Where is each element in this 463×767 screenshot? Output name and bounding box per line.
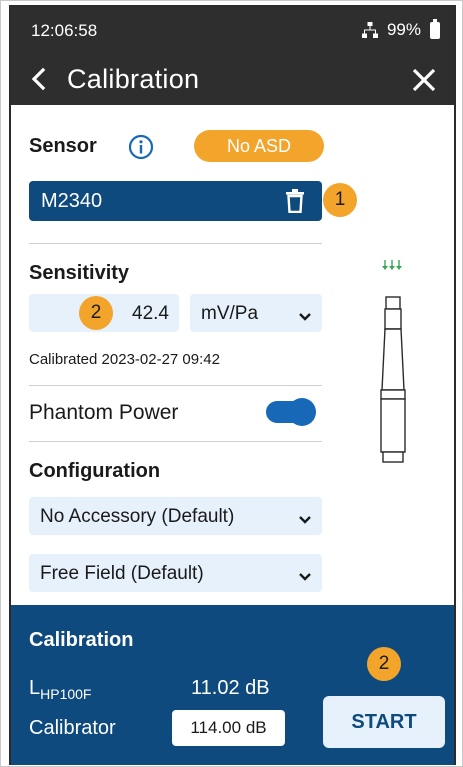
chevron-down-icon [298, 307, 312, 321]
unit-select-value: mV/Pa [201, 303, 259, 324]
battery-icon [430, 18, 440, 39]
title-bar: Calibration [11, 53, 454, 105]
callout-2: 2 [79, 296, 113, 330]
lhp-label-sub: HP100F [40, 686, 92, 702]
back-icon[interactable] [29, 67, 49, 91]
field-select-value: Free Field (Default) [40, 563, 204, 584]
status-bar: 12:06:58 99% [11, 7, 454, 53]
sensitivity-value: 42.4 [132, 303, 169, 324]
calibration-panel-title: Calibration [29, 629, 134, 651]
network-icon [361, 22, 378, 38]
calibrator-level-field[interactable]: 114.00 dB [172, 710, 285, 746]
callout-1: 1 [323, 183, 357, 217]
calibration-panel: Calibration LHP100F 11.02 dB Calibrator … [11, 605, 454, 765]
lhp-value: 11.02 dB [191, 677, 270, 699]
status-indicators: 99% [361, 18, 440, 40]
unit-select[interactable]: mV/Pa [190, 294, 322, 332]
status-time: 12:06:58 [31, 21, 98, 40]
info-icon[interactable] [128, 134, 154, 160]
battery-percent: 99% [386, 20, 421, 39]
accessory-select-value: No Accessory (Default) [40, 506, 235, 527]
sensor-value: M2340 [41, 190, 103, 212]
divider [29, 441, 322, 442]
trash-icon[interactable] [286, 189, 304, 214]
device-screen: 12:06:58 99% Calibration Sensor No ASD M… [0, 0, 463, 767]
configuration-label: Configuration [29, 460, 161, 482]
sensor-label: Sensor [29, 135, 97, 157]
toggle-knob [288, 398, 316, 426]
start-button[interactable]: START [323, 696, 445, 748]
lhp-label: LHP100F [29, 677, 92, 702]
app-frame: 12:06:58 99% Calibration Sensor No ASD M… [9, 5, 456, 765]
sensor-field[interactable]: M2340 [29, 181, 322, 221]
calibrator-label: Calibrator [29, 717, 116, 739]
close-icon[interactable] [410, 66, 438, 94]
calibrated-date: Calibrated 2023-02-27 09:42 [29, 351, 220, 368]
phantom-power-label: Phantom Power [29, 401, 179, 424]
divider [29, 385, 322, 386]
page-title: Calibration [67, 64, 200, 94]
calibration-form: Sensor No ASD M2340 1 Sensitivity 42.4 2… [11, 105, 454, 605]
callout-2: 2 [367, 647, 401, 681]
microphone-illustration [371, 260, 421, 510]
no-asd-badge: No ASD [194, 130, 324, 162]
phantom-power-toggle[interactable] [266, 398, 316, 426]
chevron-down-icon [298, 567, 312, 581]
chevron-down-icon [298, 510, 312, 524]
sensitivity-label: Sensitivity [29, 262, 130, 284]
arrows-icon [382, 260, 402, 270]
divider [29, 243, 322, 244]
lhp-label-main: L [29, 677, 41, 699]
accessory-select[interactable]: No Accessory (Default) [29, 497, 322, 535]
field-select[interactable]: Free Field (Default) [29, 554, 322, 592]
